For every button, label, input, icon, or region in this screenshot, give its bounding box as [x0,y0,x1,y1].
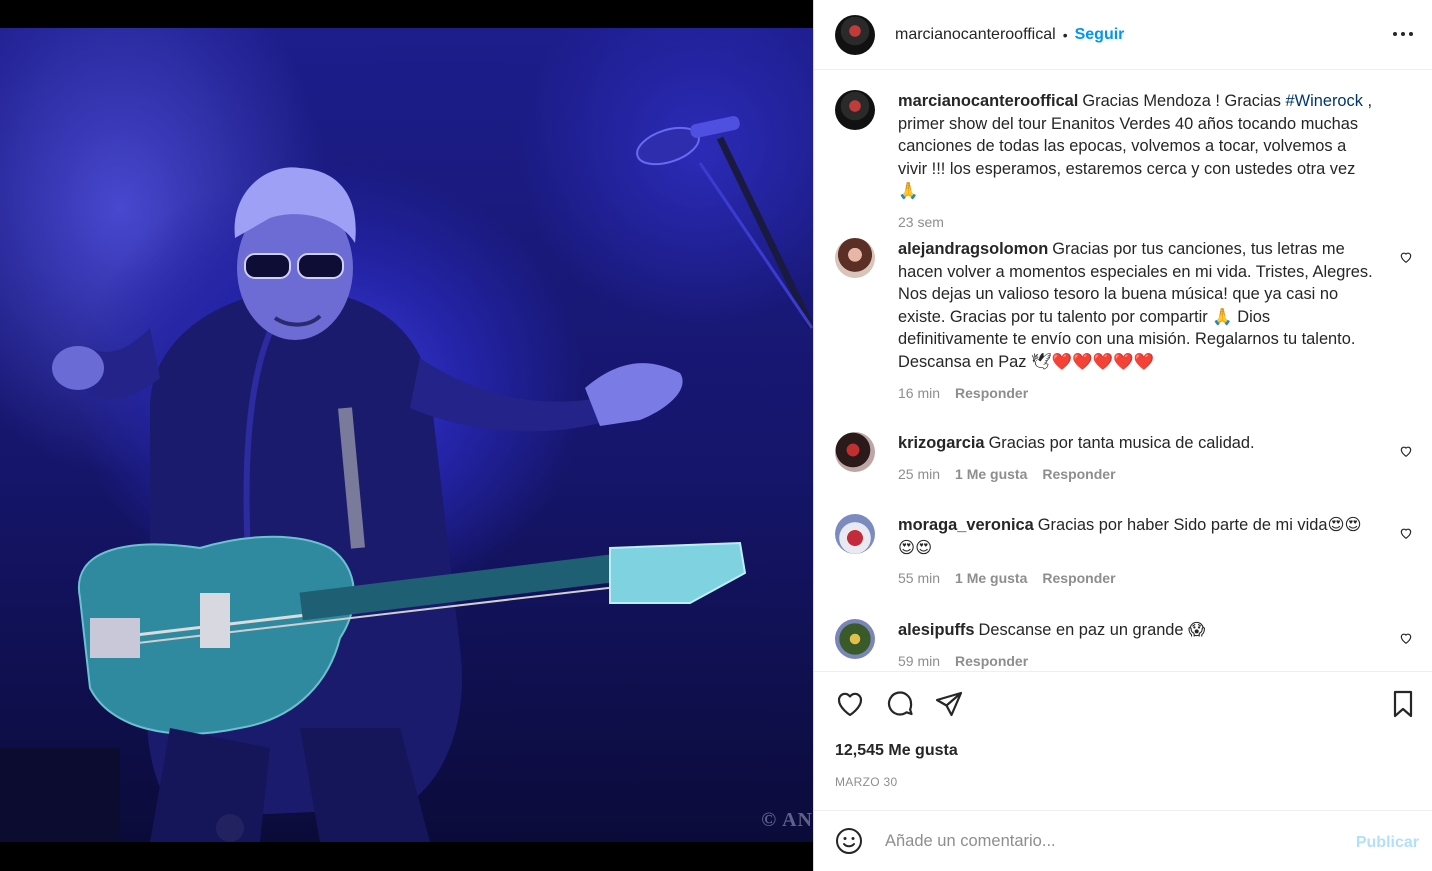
caption-hashtag-link[interactable]: #Winerock [1286,92,1363,110]
post-side-panel: marcianocanterooffical • Seguir marciano… [813,0,1432,871]
comment-text: Gracias por tus canciones, tus letras me… [898,240,1373,371]
commenter-avatar[interactable] [835,432,875,472]
comment-time[interactable]: 25 min [898,463,940,486]
post-media: © AN [0,0,813,871]
comment-heart-icon[interactable] [1399,631,1413,645]
comment-text: Descanse en paz un grande 😱 [978,621,1206,639]
header-separator: • [1062,26,1068,43]
comment-heart-icon[interactable] [1399,444,1413,458]
concert-photo-illustration [0,116,813,842]
commenter-avatar[interactable] [835,514,875,554]
caption-text-start: Gracias Mendoza ! Gracias [1082,92,1286,110]
commenter-avatar[interactable] [835,619,875,659]
caption-username[interactable]: marcianocanterooffical [898,92,1078,110]
post-photo[interactable]: © AN [0,28,813,842]
reply-button[interactable]: Responder [955,382,1028,405]
comment-input[interactable] [885,831,1325,851]
comment-composer: Publicar [814,810,1432,871]
comment-username[interactable]: krizogarcia [898,434,985,452]
caption: marcianocanterooffical Gracias Mendoza ! … [835,90,1415,234]
reply-button[interactable]: Responder [1042,567,1115,590]
comment-time[interactable]: 55 min [898,567,940,590]
paper-plane-icon[interactable] [933,688,965,720]
comment-item: alejandragsolomon Gracias por tus cancion… [835,238,1413,404]
comment-bubble-icon[interactable] [884,688,916,720]
comment-time[interactable]: 16 min [898,382,940,405]
post-date[interactable]: MARZO 30 [835,775,897,789]
comment-username[interactable]: alejandragsolomon [898,240,1048,258]
comment-likes[interactable]: 1 Me gusta [955,463,1027,486]
commenter-avatar[interactable] [835,238,875,278]
reply-button[interactable]: Responder [955,650,1028,670]
comment-item: alesipuffs Descanse en paz un grande 😱 59… [835,619,1413,670]
comment-item: krizogarcia Gracias por tanta musica de c… [835,432,1413,485]
more-options-icon[interactable] [1391,22,1415,46]
bookmark-icon[interactable] [1387,688,1419,720]
caption-avatar[interactable] [835,90,875,130]
comment-time[interactable]: 59 min [898,650,940,670]
comment-item: moraga_veronica Gracias por haber Sido pa… [835,514,1413,590]
likes-count[interactable]: 12,545 Me gusta [835,742,958,760]
comment-username[interactable]: moraga_veronica [898,516,1034,534]
comment-heart-icon[interactable] [1399,250,1413,264]
caption-time[interactable]: 23 sem [898,211,944,234]
comment-username[interactable]: alesipuffs [898,621,975,639]
smiley-icon[interactable] [835,827,863,855]
comments-list[interactable]: marcianocanterooffical Gracias Mendoza ! … [814,70,1432,670]
heart-icon[interactable] [834,688,866,720]
author-username[interactable]: marcianocanterooffical [895,26,1056,44]
post-header: marcianocanterooffical • Seguir [814,0,1432,70]
comment-heart-icon[interactable] [1399,526,1413,540]
publish-button[interactable]: Publicar [1356,834,1419,852]
follow-button[interactable]: Seguir [1075,26,1125,44]
author-avatar[interactable] [835,14,875,55]
reply-button[interactable]: Responder [1042,463,1115,486]
action-bar [834,688,1414,724]
post-modal: © AN marcianocanterooffical • Seguir mar… [0,0,1432,871]
photo-watermark: © AN [761,809,813,831]
post-actions-section: 12,545 Me gusta MARZO 30 [814,671,1432,789]
comment-text: Gracias por tanta musica de calidad. [988,434,1255,452]
comment-likes[interactable]: 1 Me gusta [955,567,1027,590]
